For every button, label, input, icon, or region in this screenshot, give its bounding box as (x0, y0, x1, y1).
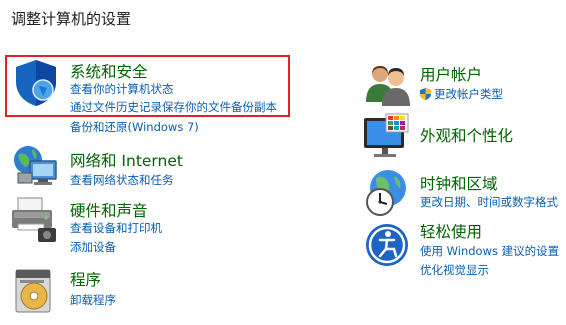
cat-title-user-accounts[interactable]: 用户帐户 (420, 63, 482, 85)
link-change-account-type-label: 更改帐户类型 (434, 87, 503, 101)
users-icon[interactable] (364, 62, 414, 112)
link-devices-printers[interactable]: 查看设备和打印机 (70, 220, 162, 236)
accessibility-icon[interactable] (364, 222, 414, 272)
programs-disc-icon[interactable] (12, 266, 62, 316)
link-change-account-type[interactable]: 更改帐户类型 (420, 86, 503, 103)
highlight-box (5, 55, 290, 117)
clock-globe-icon[interactable] (362, 168, 412, 218)
link-backup-restore[interactable]: 备份和还原(Windows 7) (70, 119, 199, 135)
monitor-colors-icon[interactable] (362, 112, 412, 162)
cat-title-network-internet[interactable]: 网络和 Internet (70, 149, 183, 171)
cat-title-ease-of-access[interactable]: 轻松使用 (420, 220, 482, 242)
link-uninstall-program[interactable]: 卸载程序 (70, 292, 116, 308)
page-title: 调整计算机的设置 (11, 10, 132, 28)
cat-title-hardware-sound[interactable]: 硬件和声音 (70, 199, 148, 221)
network-globe-icon[interactable] (10, 143, 60, 193)
cat-title-clock-region[interactable]: 时钟和区域 (420, 172, 498, 194)
link-optimize-visual-display[interactable]: 优化视觉显示 (420, 262, 489, 278)
printer-icon[interactable] (8, 196, 58, 246)
link-windows-recommended-settings[interactable]: 使用 Windows 建议的设置 (420, 243, 559, 259)
cat-title-appearance[interactable]: 外观和个性化 (420, 124, 513, 146)
link-network-status-tasks[interactable]: 查看网络状态和任务 (70, 172, 174, 188)
link-change-date-time-format[interactable]: 更改日期、时间或数字格式 (420, 194, 558, 210)
link-add-device[interactable]: 添加设备 (70, 239, 116, 255)
cat-title-programs[interactable]: 程序 (70, 268, 101, 290)
uac-shield-icon (420, 88, 431, 103)
